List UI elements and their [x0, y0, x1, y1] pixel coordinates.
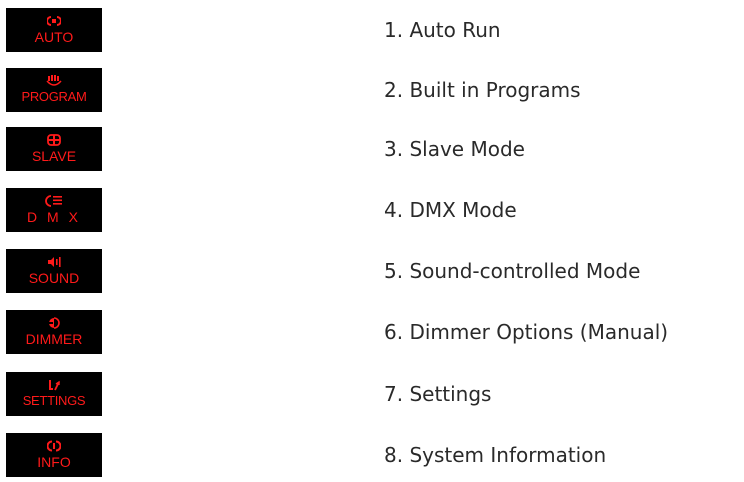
program-button[interactable]: PROGRAM: [6, 68, 102, 112]
auto-run-icon: [6, 15, 102, 29]
slave-button[interactable]: SLAVE: [6, 127, 102, 171]
sound-button[interactable]: SOUND: [6, 249, 102, 293]
slave-icon: [6, 134, 102, 148]
sound-text: 5. Sound-controlled Mode: [384, 259, 641, 283]
menu-item-auto-run[interactable]: AUTO 1. Auto Run: [0, 8, 744, 52]
menu-item-dmx[interactable]: D M X 4. DMX Mode: [0, 188, 744, 232]
settings-icon: [6, 379, 102, 393]
settings-label: SETTINGS: [22, 393, 86, 408]
settings-button[interactable]: SETTINGS: [6, 372, 102, 416]
auto-button[interactable]: AUTO: [6, 8, 102, 52]
dimmer-button[interactable]: DIMMER: [6, 310, 102, 354]
dmx-label: D M X: [27, 209, 81, 225]
slave-label: SLAVE: [31, 148, 77, 164]
sound-icon: [6, 256, 102, 270]
menu-item-info[interactable]: INFO 8. System Information: [0, 433, 744, 477]
info-label: INFO: [37, 454, 71, 470]
info-text: 8. System Information: [384, 443, 607, 467]
dimmer-icon: [6, 317, 102, 331]
dmx-icon: [6, 195, 102, 209]
sound-label: SOUND: [28, 270, 80, 286]
info-button[interactable]: INFO: [6, 433, 102, 477]
dmx-text: 4. DMX Mode: [384, 198, 517, 222]
auto-label: AUTO: [34, 29, 74, 45]
menu-item-settings[interactable]: SETTINGS 7. Settings: [0, 372, 744, 416]
program-icon: [6, 75, 102, 89]
menu-item-programs[interactable]: PROGRAM 2. Built in Programs: [0, 68, 744, 112]
menu-item-dimmer[interactable]: DIMMER 6. Dimmer Options (Manual): [0, 310, 744, 354]
programs-text: 2. Built in Programs: [384, 78, 581, 102]
settings-text: 7. Settings: [384, 382, 492, 406]
program-label: PROGRAM: [21, 89, 87, 104]
menu-item-sound[interactable]: SOUND 5. Sound-controlled Mode: [0, 249, 744, 293]
dmx-button[interactable]: D M X: [6, 188, 102, 232]
dimmer-label: DIMMER: [25, 331, 83, 347]
info-icon: [6, 440, 102, 454]
dimmer-text: 6. Dimmer Options (Manual): [384, 320, 669, 344]
menu-item-slave[interactable]: SLAVE 3. Slave Mode: [0, 127, 744, 171]
auto-run-text: 1. Auto Run: [384, 18, 501, 42]
slave-text: 3. Slave Mode: [384, 137, 525, 161]
